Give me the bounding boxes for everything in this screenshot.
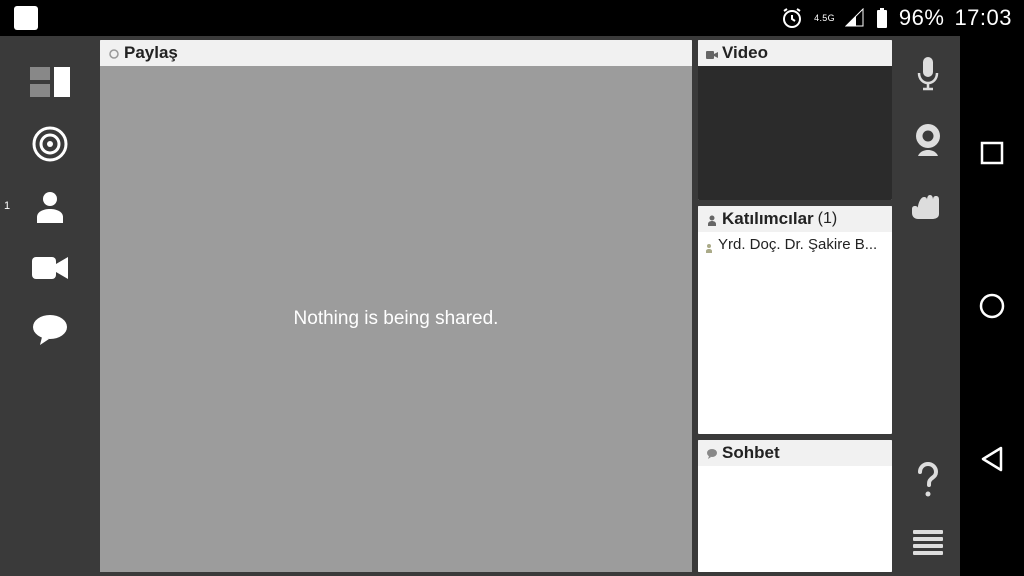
camera-icon <box>32 255 68 281</box>
sidebar-item-layout[interactable] <box>22 60 78 104</box>
webcam-button[interactable] <box>908 120 948 160</box>
person-small-icon <box>706 213 718 225</box>
chat-body[interactable] <box>698 466 892 572</box>
share-panel: Paylaş Nothing is being shared. <box>100 40 692 572</box>
participant-row[interactable]: Yrd. Doç. Dr. Şakire B... <box>704 236 886 253</box>
dot-icon <box>108 47 120 59</box>
person-icon <box>33 189 67 223</box>
android-status-bar: 4.5G 96% 17:03 <box>0 0 1024 36</box>
participants-title-text: Katılımcılar <box>722 209 814 229</box>
clock: 17:03 <box>954 5 1012 31</box>
video-title-text: Video <box>722 43 768 63</box>
sidebar-item-target[interactable] <box>22 122 78 166</box>
battery-icon <box>875 7 889 29</box>
mic-icon <box>913 55 943 93</box>
video-panel-title: Video <box>698 40 892 66</box>
chat-title-text: Sohbet <box>722 443 780 463</box>
circle-icon <box>978 292 1006 320</box>
battery-percent: 96% <box>899 5 945 31</box>
network-type-label: 4.5G <box>814 13 835 23</box>
chat-panel-title: Sohbet <box>698 440 892 466</box>
share-panel-title: Paylaş <box>100 40 692 66</box>
square-icon <box>979 140 1005 166</box>
share-title-text: Paylaş <box>124 43 178 63</box>
nav-recent-button[interactable] <box>976 137 1008 169</box>
participants-panel: Katılımcılar (1) Yrd. Doç. Dr. Şakire B.… <box>698 206 892 434</box>
nav-back-button[interactable] <box>976 443 1008 475</box>
webcam-icon <box>911 122 945 158</box>
left-sidebar: 1 <box>0 36 100 576</box>
sidebar-item-camera[interactable] <box>22 246 78 290</box>
chat-panel: Sohbet <box>698 440 892 572</box>
back-triangle-icon <box>979 445 1005 473</box>
participants-count: (1) <box>818 210 838 228</box>
menu-icon <box>913 528 943 556</box>
sidebar-item-chat[interactable] <box>22 308 78 352</box>
hand-icon <box>910 189 946 223</box>
signal-icon <box>845 8 865 28</box>
nav-home-button[interactable] <box>976 290 1008 322</box>
layout-icon <box>30 67 70 97</box>
videocam-small-icon <box>706 47 718 59</box>
participant-name: Yrd. Doç. Dr. Şakire B... <box>718 236 877 253</box>
content-grid: Paylaş Nothing is being shared. Video <box>100 36 896 576</box>
video-panel: Video <box>698 40 892 200</box>
mic-button[interactable] <box>908 54 948 94</box>
share-body: Nothing is being shared. <box>100 66 692 572</box>
sidebar-item-participants[interactable] <box>22 184 78 228</box>
menu-button[interactable] <box>908 522 948 562</box>
raise-hand-button[interactable] <box>908 186 948 226</box>
target-icon <box>31 125 69 163</box>
alarm-icon <box>780 6 804 30</box>
app-indicator-square <box>14 6 38 30</box>
share-empty-text: Nothing is being shared. <box>294 308 499 330</box>
video-body <box>698 66 892 200</box>
participants-badge: 1 <box>4 200 10 212</box>
right-toolbar <box>896 36 960 576</box>
chat-icon <box>32 314 68 346</box>
chat-small-icon <box>706 447 718 459</box>
help-button[interactable] <box>908 460 948 500</box>
participant-small-icon <box>704 240 714 250</box>
question-icon <box>916 462 940 498</box>
android-nav-bar <box>960 36 1024 576</box>
participants-panel-title: Katılımcılar (1) <box>698 206 892 232</box>
participants-body: Yrd. Doç. Dr. Şakire B... <box>698 232 892 434</box>
